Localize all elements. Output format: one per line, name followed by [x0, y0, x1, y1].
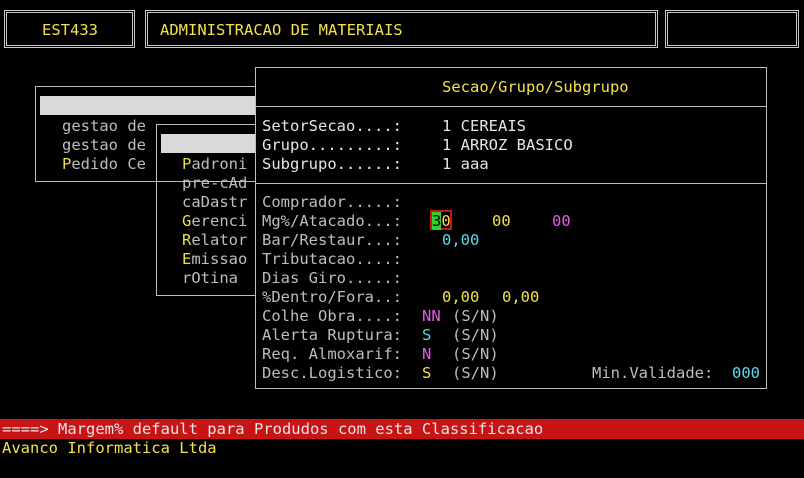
sub-menu-item-label: rOtina: [182, 269, 238, 287]
mg-value-rest: 0: [441, 212, 451, 230]
sub-menu-item-label: elator: [191, 231, 248, 249]
mg-label: Mg%/Atacado...:: [262, 212, 402, 230]
company-name: Avanco Informatica Ltda: [2, 439, 217, 457]
desc-hint: (S/N): [452, 364, 499, 382]
hotkey-letter: P: [62, 155, 72, 173]
comprador-label: Comprador.....:: [262, 193, 402, 211]
bar-label: Bar/Restaur...:: [262, 231, 402, 249]
text-cursor: 3: [432, 212, 442, 230]
sub-menu-item-relator[interactable]: Relator: [182, 231, 247, 250]
colhe-hint: (S/N): [452, 307, 499, 325]
dialog-title: Secao/Grupo/Subgrupo: [442, 78, 629, 96]
status-bar: ====> Margem% default para Produdos com …: [0, 419, 804, 439]
hotkey-letter: G: [182, 212, 192, 230]
alerta-value[interactable]: S: [422, 326, 431, 345]
mg-value-2[interactable]: 00: [492, 212, 511, 231]
hotkey-letter: P: [182, 155, 192, 173]
hotkey-letter: E: [182, 250, 192, 268]
header-right-box: [665, 10, 799, 48]
dentro-label: %Dentro/Fora..:: [262, 288, 402, 306]
minval-label: Min.Validade:: [592, 364, 714, 382]
sub-menu-item-label: missao: [191, 250, 248, 268]
sub-menu-item-label: erenci: [191, 212, 248, 230]
colhe-label: Colhe Obra....:: [262, 307, 402, 325]
sub-menu-item-label: adroni: [191, 155, 248, 173]
dias-label: Dias Giro.....:: [262, 269, 402, 287]
sub-menu-item-label: caDastr: [182, 193, 248, 211]
req-label: Req. Almoxarif:: [262, 345, 402, 363]
bar-value[interactable]: 0,00: [442, 231, 479, 250]
subgrupo-label: Subgrupo......:: [262, 155, 402, 173]
sub-menu-item-padroni[interactable]: Padroni: [182, 155, 247, 174]
sub-menu-item-rotina[interactable]: rOtina: [182, 269, 238, 288]
setor-value[interactable]: 1 CEREAIS: [442, 117, 526, 136]
status-message: ====> Margem% default para Produdos com …: [2, 420, 544, 438]
alerta-label: Alerta Ruptura:: [262, 326, 402, 344]
main-menu-item-pedido[interactable]: Pedido Ce: [62, 155, 146, 174]
subgrupo-value[interactable]: 1 aaa: [442, 155, 489, 174]
desc-label: Desc.Logistico:: [262, 364, 402, 382]
main-menu-item-gestao-1[interactable]: gestao de: [62, 117, 146, 136]
sub-menu-item-gerenci[interactable]: Gerenci: [182, 212, 247, 231]
dentro-value-2[interactable]: 0,00: [502, 288, 539, 307]
dialog-divider: [256, 106, 766, 107]
req-hint: (S/N): [452, 345, 499, 363]
desc-value[interactable]: S: [422, 364, 431, 383]
header-code: EST433: [42, 21, 98, 39]
dialog-divider: [256, 183, 766, 184]
setor-label: SetorSecao....:: [262, 117, 402, 135]
main-menu-item-gestao-2[interactable]: gestao de: [62, 136, 146, 155]
mg-value-3[interactable]: 00: [552, 212, 571, 231]
req-value[interactable]: N: [422, 345, 431, 364]
sub-menu-item-cadastr[interactable]: caDastr: [182, 193, 247, 212]
sub-menu-item-precad[interactable]: pre-cAd: [182, 174, 247, 193]
alerta-hint: (S/N): [452, 326, 499, 344]
trib-label: Tributacao....:: [262, 250, 402, 268]
header-title: ADMINISTRACAO DE MATERIAIS: [160, 21, 403, 39]
grupo-label: Grupo.........:: [262, 136, 402, 154]
colhe-value[interactable]: NN: [422, 307, 441, 326]
sub-menu-item-emissao[interactable]: Emissao: [182, 250, 247, 269]
sub-menu-item-classif[interactable]: û Classif: [161, 134, 264, 171]
sub-menu-item-label: pre-cAd: [182, 174, 248, 192]
hotkey-letter: R: [182, 231, 192, 249]
grupo-value[interactable]: 1 ARROZ BASICO: [442, 136, 573, 155]
mg-atacado-value[interactable]: 30: [432, 212, 451, 231]
minval-value[interactable]: 000: [732, 364, 760, 383]
main-menu-item-estoque[interactable]: û gestao de Estoque: [40, 96, 258, 133]
dentro-value-1[interactable]: 0,00: [442, 288, 479, 307]
main-menu-item-label: edido Ce: [71, 155, 146, 173]
